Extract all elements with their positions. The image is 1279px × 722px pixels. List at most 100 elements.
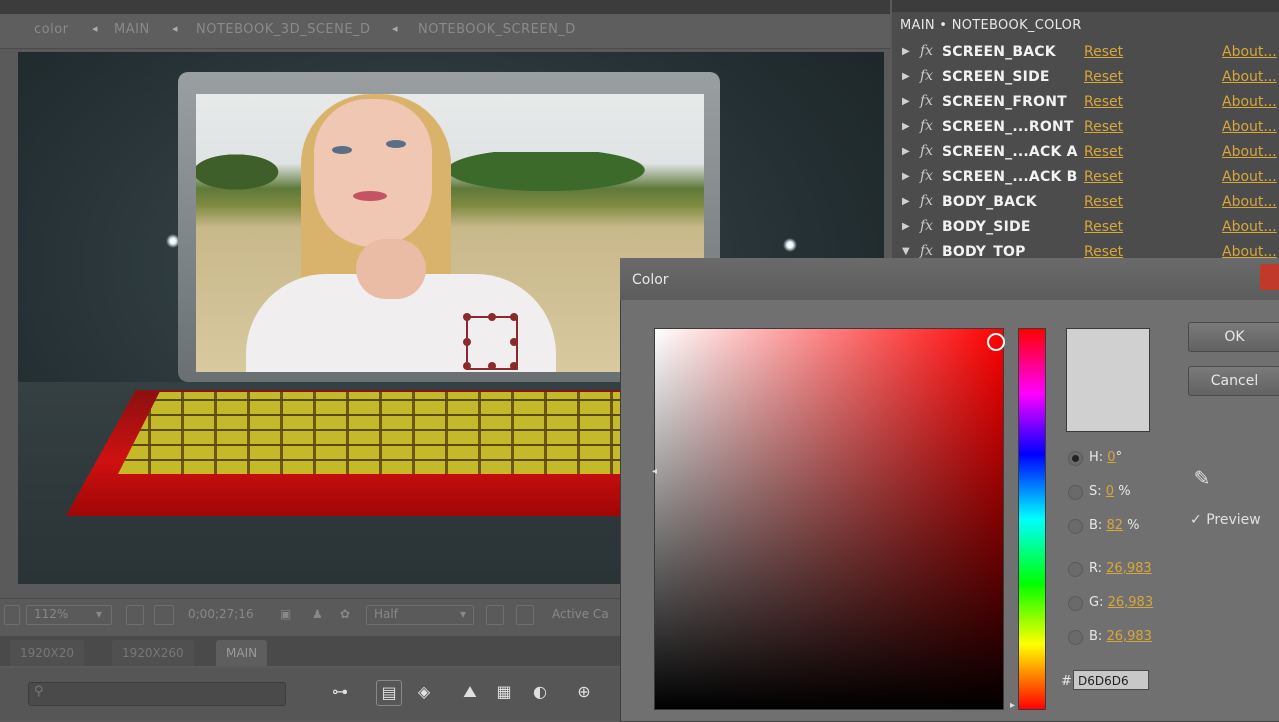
hue-field[interactable]: H: 0°: [1089, 450, 1122, 465]
fx-icon[interactable]: fx: [920, 218, 933, 234]
saturation-field[interactable]: S: 0 %: [1089, 484, 1131, 499]
saturation-brightness-field[interactable]: [654, 328, 1004, 710]
effect-row[interactable]: ▶ fx SCREEN_SIDE Reset About...: [892, 66, 1279, 91]
disclosure-triangle-icon[interactable]: ▶: [902, 96, 910, 107]
timeline-tab-main[interactable]: MAIN: [216, 640, 268, 666]
handle-dot[interactable]: [463, 313, 471, 321]
blue-radio[interactable]: [1068, 630, 1083, 645]
hide-shy-layers-icon[interactable]: ⛰: [458, 680, 482, 704]
handle-dot[interactable]: [510, 313, 518, 321]
camera-snapshot-icon[interactable]: ▣: [280, 607, 291, 621]
reset-link[interactable]: Reset: [1084, 144, 1123, 160]
fx-icon[interactable]: fx: [920, 168, 933, 184]
fx-icon[interactable]: fx: [920, 243, 933, 258]
disclosure-triangle-icon[interactable]: ▼: [902, 246, 910, 257]
grid-icon[interactable]: [126, 605, 144, 625]
draft-3d-icon[interactable]: ◈: [412, 680, 436, 704]
handle-dot[interactable]: [463, 362, 471, 370]
reset-link[interactable]: Reset: [1084, 94, 1123, 110]
about-link[interactable]: About...: [1222, 169, 1277, 185]
person-icon[interactable]: ♟: [312, 607, 323, 621]
about-link[interactable]: About...: [1222, 219, 1277, 235]
composition-mini-flowchart-icon[interactable]: ⊶: [328, 680, 352, 704]
about-link[interactable]: About...: [1222, 94, 1277, 110]
reset-link[interactable]: Reset: [1084, 219, 1123, 235]
reset-link[interactable]: Reset: [1084, 69, 1123, 85]
about-link[interactable]: About...: [1222, 194, 1277, 210]
saturation-radio[interactable]: [1068, 485, 1083, 500]
ok-button[interactable]: OK: [1188, 322, 1279, 352]
graph-editor-icon[interactable]: ⊕: [572, 680, 596, 704]
disclosure-triangle-icon[interactable]: ▶: [902, 171, 910, 182]
green-field[interactable]: G: 26,983: [1089, 595, 1153, 610]
breadcrumb-item-screen[interactable]: NOTEBOOK_SCREEN_D: [418, 22, 576, 37]
fx-icon[interactable]: fx: [920, 93, 933, 109]
region-icon[interactable]: [154, 605, 174, 625]
about-link[interactable]: About...: [1222, 69, 1277, 85]
close-button[interactable]: [1260, 264, 1279, 290]
effect-row[interactable]: ▶ fx SCREEN_...RONT Reset About...: [892, 116, 1279, 141]
disclosure-triangle-icon[interactable]: ▶: [902, 221, 910, 232]
disclosure-triangle-icon[interactable]: ▶: [902, 146, 910, 157]
red-radio[interactable]: [1068, 562, 1083, 577]
fx-icon[interactable]: fx: [920, 193, 933, 209]
fx-icon[interactable]: fx: [920, 118, 933, 134]
about-link[interactable]: About...: [1222, 119, 1277, 135]
handle-dot[interactable]: [488, 313, 496, 321]
transparency-grid-icon[interactable]: [516, 605, 534, 625]
breadcrumb-item-3d-scene[interactable]: NOTEBOOK_3D_SCENE_D: [196, 22, 371, 37]
timeline-search-input[interactable]: [28, 682, 286, 706]
live-update-icon[interactable]: ▤: [376, 680, 402, 706]
timeline-tab[interactable]: 1920X20: [10, 640, 85, 666]
about-link[interactable]: About...: [1222, 244, 1277, 258]
timecode[interactable]: 0;00;27;16: [188, 607, 254, 621]
frame-blending-icon[interactable]: ▦: [492, 680, 516, 704]
effect-row[interactable]: ▶ fx BODY_BACK Reset About...: [892, 191, 1279, 216]
handle-dot[interactable]: [510, 338, 518, 346]
motion-blur-icon[interactable]: ◐: [528, 680, 552, 704]
disclosure-triangle-icon[interactable]: ▶: [902, 71, 910, 82]
disclosure-triangle-icon[interactable]: ▶: [902, 121, 910, 132]
reset-link[interactable]: Reset: [1084, 169, 1123, 185]
eyedropper-icon[interactable]: ✎: [1190, 466, 1214, 494]
handle-dot[interactable]: [463, 338, 471, 346]
effect-row[interactable]: ▶ fx SCREEN_FRONT Reset About...: [892, 91, 1279, 116]
breadcrumb-item-main[interactable]: MAIN: [114, 22, 150, 37]
about-link[interactable]: About...: [1222, 144, 1277, 160]
brightness-field[interactable]: B: 82 %: [1089, 518, 1140, 533]
reset-link[interactable]: Reset: [1084, 194, 1123, 210]
effect-row[interactable]: ▼ fx BODY_TOP Reset About...: [892, 241, 1279, 258]
null-object-handle[interactable]: [463, 313, 518, 370]
disclosure-triangle-icon[interactable]: ▶: [902, 46, 910, 57]
hue-slider[interactable]: [1018, 328, 1046, 710]
hue-radio[interactable]: [1068, 451, 1083, 466]
color-channels-icon[interactable]: ✿: [340, 607, 350, 621]
reset-link[interactable]: Reset: [1084, 244, 1123, 258]
toggle-button[interactable]: [4, 605, 20, 625]
effect-row[interactable]: ▶ fx SCREEN_BACK Reset About...: [892, 41, 1279, 66]
fx-icon[interactable]: fx: [920, 68, 933, 84]
timeline-tab[interactable]: 1920X260: [112, 640, 194, 666]
handle-dot[interactable]: [488, 362, 496, 370]
disclosure-triangle-icon[interactable]: ▶: [902, 196, 910, 207]
reset-link[interactable]: Reset: [1084, 44, 1123, 60]
breadcrumb-item-color[interactable]: color: [34, 22, 69, 37]
blue-field[interactable]: B: 26,983: [1089, 629, 1152, 644]
red-field[interactable]: R: 26,983: [1089, 561, 1152, 576]
reset-link[interactable]: Reset: [1084, 119, 1123, 135]
about-link[interactable]: About...: [1222, 44, 1277, 60]
hex-input[interactable]: D6D6D6: [1073, 670, 1149, 690]
green-radio[interactable]: [1068, 596, 1083, 611]
brightness-radio[interactable]: [1068, 519, 1083, 534]
hue-slider-handle-icon[interactable]: ▸: [1010, 700, 1015, 711]
color-picker-cursor[interactable]: [987, 333, 1005, 351]
handle-dot[interactable]: [510, 362, 518, 370]
cancel-button[interactable]: Cancel: [1188, 366, 1279, 396]
effect-row[interactable]: ▶ fx BODY_SIDE Reset About...: [892, 216, 1279, 241]
region-of-interest-icon[interactable]: [486, 605, 504, 625]
active-camera-dropdown[interactable]: Active Ca: [552, 607, 609, 621]
fx-icon[interactable]: fx: [920, 43, 933, 59]
effect-row[interactable]: ▶ fx SCREEN_...ACK A Reset About...: [892, 141, 1279, 166]
dialog-titlebar[interactable]: [620, 258, 1279, 300]
fx-icon[interactable]: fx: [920, 143, 933, 159]
